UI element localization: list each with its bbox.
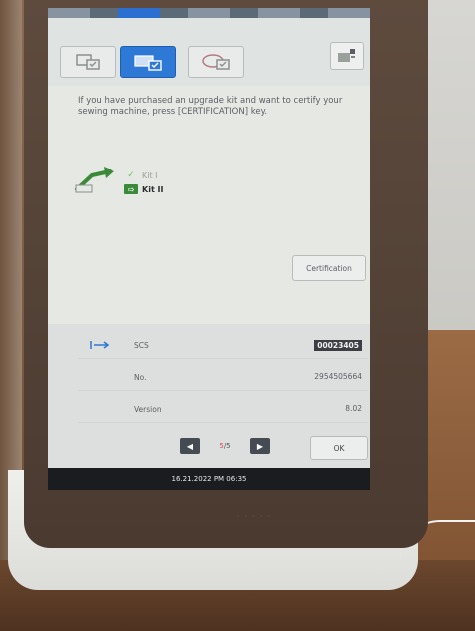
screen-lock-button[interactable] xyxy=(330,42,364,70)
info-row-scs: SCS 00023405 xyxy=(78,332,368,359)
mode-seg[interactable] xyxy=(328,8,370,18)
tab-general-settings[interactable] xyxy=(120,46,176,78)
mode-seg[interactable] xyxy=(188,8,230,18)
info-row-version: Version 8.02 xyxy=(78,396,368,423)
version-label: Version xyxy=(134,405,162,414)
upgrade-message: If you have purchased an upgrade kit and… xyxy=(78,96,343,117)
pager: ◀ 5/5 ▶ xyxy=(180,436,270,456)
kit-item-current: ⇨ Kit II xyxy=(124,182,164,196)
mode-strip xyxy=(48,8,370,18)
mode-seg[interactable] xyxy=(48,8,90,18)
version-value: 8.02 xyxy=(345,404,362,413)
number-value: 2954505664 xyxy=(314,372,362,381)
status-bar: 16.21.2022 PM 06:35 xyxy=(48,468,370,490)
page-indicator: 5/5 xyxy=(219,442,230,450)
machine-settings-icon xyxy=(76,54,100,70)
background-wall xyxy=(420,0,475,360)
scs-icon xyxy=(90,341,110,349)
datetime-display: 16.21.2022 PM 06:35 xyxy=(171,475,247,483)
kit-label: Kit II xyxy=(142,184,164,194)
tab-machine-settings[interactable] xyxy=(60,46,116,78)
settings-toolbar xyxy=(48,18,370,86)
kit-list: ✓ Kit I ⇨ Kit II xyxy=(124,168,164,196)
scs-label: SCS xyxy=(134,341,149,350)
info-row-number: No. 2954505664 xyxy=(78,364,368,391)
general-settings-icon xyxy=(134,55,162,71)
page-total: 5 xyxy=(226,442,231,450)
mode-seg-active[interactable] xyxy=(118,8,160,18)
checkmark-icon: ✓ xyxy=(127,170,135,180)
kit-label: Kit I xyxy=(142,170,158,180)
prev-page-button[interactable]: ◀ xyxy=(180,438,200,454)
tab-embroidery-settings[interactable] xyxy=(188,46,244,78)
next-page-button[interactable]: ▶ xyxy=(249,438,270,454)
ok-button[interactable]: OK xyxy=(310,436,368,460)
bezel-logo: · · · · · xyxy=(236,512,272,522)
embroidery-settings-icon xyxy=(202,54,230,70)
scs-value: 00023405 xyxy=(314,340,362,351)
upgrade-kit-icon xyxy=(75,167,114,193)
certification-button[interactable]: Certification xyxy=(292,255,366,281)
touch-screen: If you have purchased an upgrade kit and… xyxy=(48,8,370,490)
mode-seg[interactable] xyxy=(258,8,300,18)
kit-arrow-icon: ⇨ xyxy=(124,184,138,194)
kit-item: ✓ Kit I xyxy=(124,168,164,182)
number-label: No. xyxy=(134,373,147,382)
lock-icon xyxy=(338,49,355,62)
